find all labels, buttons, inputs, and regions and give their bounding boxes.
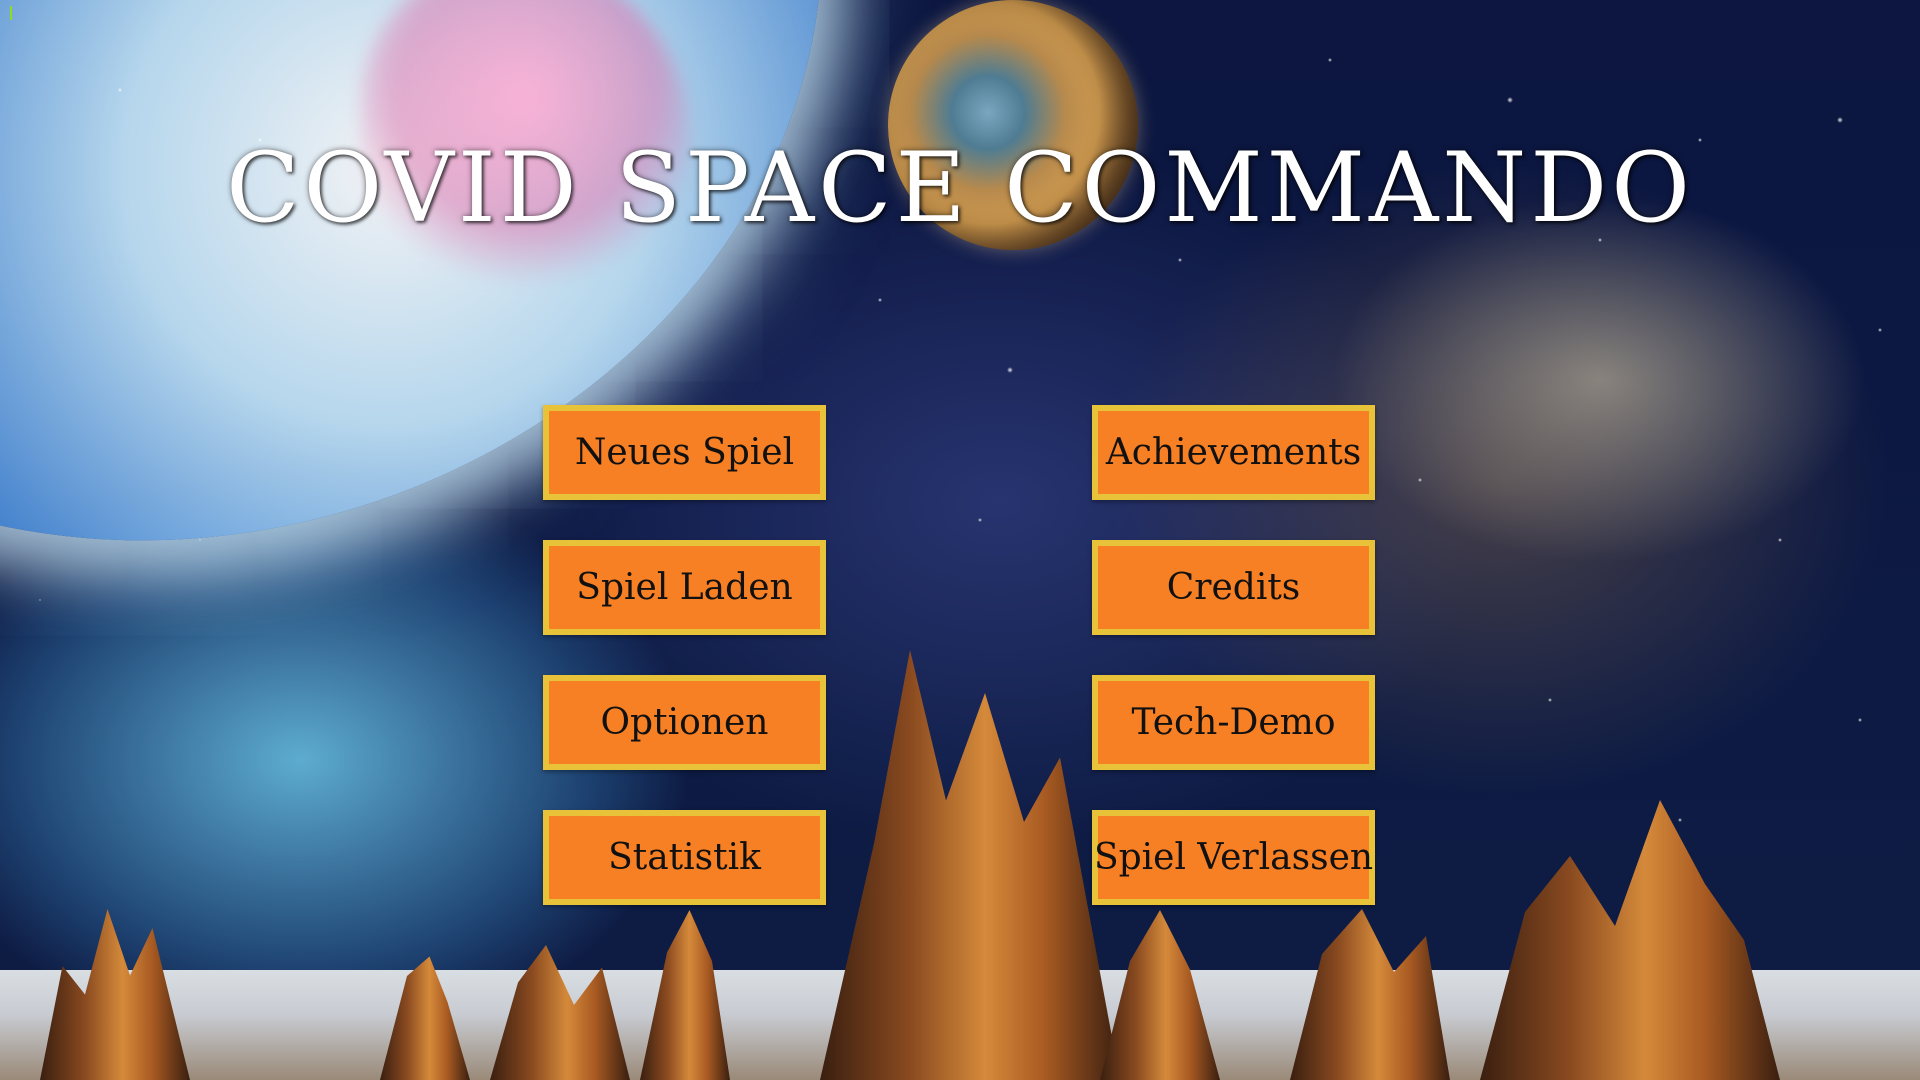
achievements-button[interactable]: Achievements (1092, 405, 1375, 500)
game-title: COVID SPACE COMMANDO (226, 132, 1694, 244)
tech-demo-button[interactable]: Tech-Demo (1092, 675, 1375, 770)
statistics-button[interactable]: Statistik (543, 810, 826, 905)
credits-button[interactable]: Credits (1092, 540, 1375, 635)
cursor-marker (10, 6, 12, 20)
options-button[interactable]: Optionen (543, 675, 826, 770)
new-game-button[interactable]: Neues Spiel (543, 405, 826, 500)
quit-game-button[interactable]: Spiel Verlassen (1092, 810, 1375, 905)
main-menu: Neues Spiel Achievements Spiel Laden Cre… (543, 405, 1375, 905)
load-game-button[interactable]: Spiel Laden (543, 540, 826, 635)
main-menu-screen: COVID SPACE COMMANDO Neues Spiel Achieve… (0, 0, 1920, 1080)
